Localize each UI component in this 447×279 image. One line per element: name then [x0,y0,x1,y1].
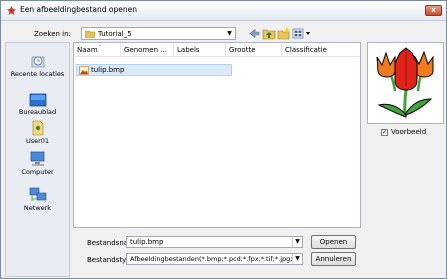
place-recent[interactable]: Recente locaties [6,53,69,91]
place-label: User01 [25,137,50,145]
back-button[interactable] [247,27,261,40]
app-icon [7,6,16,15]
computer-icon [30,151,44,166]
file-name: tulip.bmp [91,66,125,74]
place-label: Computer [21,168,54,176]
new-folder-button[interactable] [277,27,291,40]
place-network[interactable]: Netwerk [6,187,69,225]
column-rating[interactable]: Classificatie [282,43,360,57]
filetype-value: Afbeeldingbestanden(*.bmp;*.pcd;*.fpx;*.… [130,255,303,263]
column-date-taken[interactable]: Genomen ... [121,43,174,57]
new-folder-icon [277,27,291,40]
column-label: Naam [77,46,98,54]
user-folder-icon [32,120,43,136]
folder-icon [85,30,95,38]
lookin-dropdown[interactable]: Tutorial_5 ▼ [81,27,236,40]
places-bar: Recente locaties Bureaublad User01 Compu… [5,42,70,277]
up-folder-button[interactable] [262,27,276,40]
chevron-down-icon[interactable]: ▼ [292,237,302,247]
filename-value: tulip.bmp [130,238,164,246]
cancel-button[interactable]: Annuleren [311,252,356,266]
up-folder-icon [262,29,276,40]
column-label: Grootte [229,46,256,54]
column-label: Labels [177,46,200,54]
bitmap-file-icon [79,66,89,75]
place-computer[interactable]: Computer [6,151,69,189]
column-label: Classificatie [285,46,327,54]
place-label: Netwerk [23,204,52,212]
chevron-down-icon[interactable]: ▼ [292,254,302,264]
view-menu-button[interactable] [292,27,312,40]
place-label: Bureaublad [18,108,57,116]
filename-input[interactable]: tulip.bmp ▼ [126,236,303,248]
recent-places-icon [31,56,44,68]
desktop-icon [29,93,46,107]
window-title: Een afbeeldingbestand openen [20,5,137,14]
chevron-down-icon[interactable]: ▼ [224,28,235,39]
network-icon [29,187,46,201]
view-menu-icon [292,28,310,39]
preview-checkbox[interactable]: ✓ [381,129,388,136]
column-name[interactable]: ^ Naam [74,43,121,57]
title-bar: Een afbeeldingbestand openen x [1,1,446,21]
preview-pane [367,42,444,124]
file-list[interactable]: ^ Naam Genomen ... Labels Grootte Classi… [73,42,361,228]
lookin-label: Zoeken in: [34,30,71,38]
filetype-select[interactable]: Afbeeldingbestanden(*.bmp;*.pcd;*.fpx;*.… [126,253,303,265]
open-image-dialog: Een afbeeldingbestand openen x Zoeken in… [0,0,447,279]
sort-arrow-icon: ^ [98,45,103,51]
column-header-row: ^ Naam Genomen ... Labels Grootte Classi… [74,43,360,57]
open-button[interactable]: Openen [311,235,356,249]
tulip-preview-image [376,47,434,118]
close-button[interactable]: x [425,5,442,16]
file-row[interactable]: tulip.bmp [76,64,232,76]
preview-label: Voorbeeld [391,128,427,136]
column-size[interactable]: Grootte [226,43,282,57]
column-label: Genomen ... [124,46,167,54]
back-icon [249,28,260,39]
column-labels[interactable]: Labels [174,43,226,57]
place-label: Recente locaties [10,70,65,78]
lookin-value: Tutorial_5 [98,30,132,38]
